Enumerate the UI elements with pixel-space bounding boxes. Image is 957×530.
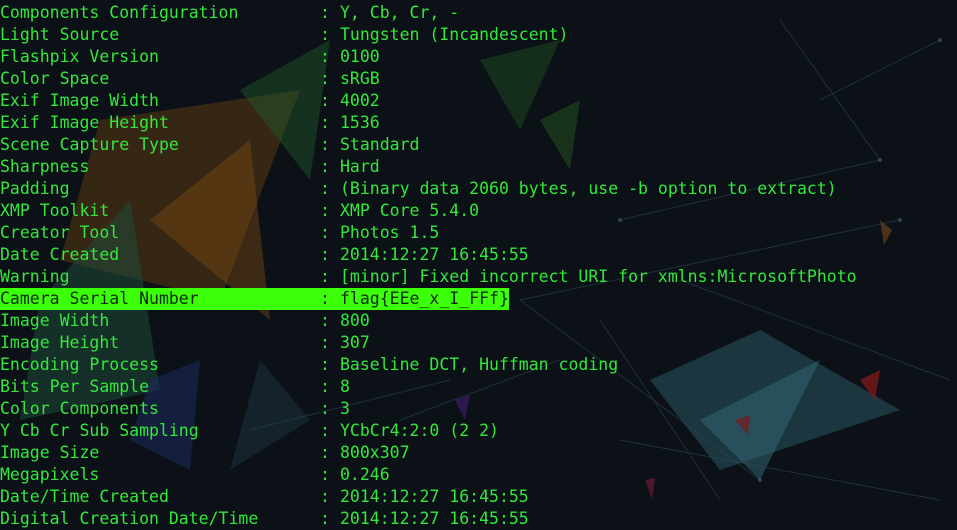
metadata-row: Encoding Process: Baseline DCT, Huffman c…	[0, 354, 957, 376]
metadata-row: Exif Image Width:4002	[0, 90, 957, 112]
separator-colon: :	[320, 377, 330, 396]
tag-value: Hard	[340, 157, 380, 176]
tag-value: Baseline DCT, Huffman coding	[340, 355, 619, 374]
separator-colon: :	[320, 333, 330, 352]
tag-name: Sharpness	[0, 157, 90, 176]
tag-name: Image Width	[0, 311, 110, 330]
separator-colon: :	[320, 223, 330, 242]
separator-colon: :	[320, 267, 330, 286]
tag-value: YCbCr4:2:0 (2 2)	[340, 421, 499, 440]
tag-name: Color Space	[0, 69, 110, 88]
tag-name: Image Height	[0, 333, 120, 352]
tag-name: Creator Tool	[0, 223, 120, 242]
tag-value: sRGB	[340, 69, 380, 88]
tag-value: 2014:12:27 16:45:55	[340, 487, 529, 506]
metadata-row: Color Components:3	[0, 398, 957, 420]
separator-colon: :	[320, 135, 330, 154]
metadata-row: Components Configuration: Y, Cb, Cr, -	[0, 2, 957, 24]
tag-value: 8	[340, 377, 350, 396]
metadata-row: Image Width:800	[0, 310, 957, 332]
tag-value: 800	[340, 311, 370, 330]
separator-colon: :	[320, 201, 330, 220]
tag-name: Components Configuration	[0, 3, 239, 22]
tag-value: [minor] Fixed incorrect URI for xmlns:Mi…	[340, 267, 857, 286]
tag-value: Tungsten (Incandescent)	[340, 25, 569, 44]
separator-colon: :	[320, 289, 330, 308]
separator-colon: :	[320, 25, 330, 44]
tag-name: Y Cb Cr Sub Sampling	[0, 421, 199, 440]
metadata-row: Creator Tool: Photos 1.5	[0, 222, 957, 244]
exiftool-output: Components Configuration: Y, Cb, Cr, - Lig…	[0, 2, 957, 530]
tag-name: Bits Per Sample	[0, 377, 150, 396]
metadata-row: Flashpix Version:0100	[0, 46, 957, 68]
metadata-row: Image Height:307	[0, 332, 957, 354]
separator-colon: :	[320, 69, 330, 88]
metadata-row: Megapixels:0.246	[0, 464, 957, 486]
tag-name: Exif Image Width	[0, 91, 159, 110]
tag-name: Exif Image Height	[0, 113, 169, 132]
tag-value: Photos 1.5	[340, 223, 440, 242]
tag-value: flag{EEe_x_I_FFf}	[340, 289, 509, 308]
tag-value: 307	[340, 333, 370, 352]
separator-colon: :	[320, 355, 330, 374]
separator-colon: :	[320, 421, 330, 440]
tag-value: 1536	[340, 113, 380, 132]
metadata-row: Padding: (Binary data 2060 bytes, use -b …	[0, 178, 957, 200]
separator-colon: :	[320, 399, 330, 418]
tag-name: Flashpix Version	[0, 47, 159, 66]
separator-colon: :	[320, 487, 330, 506]
tag-name: Scene Capture Type	[0, 135, 179, 154]
tag-name: Encoding Process	[0, 355, 159, 374]
tag-value: XMP Core 5.4.0	[340, 201, 480, 220]
tag-name: Date/Time Created	[0, 487, 169, 506]
metadata-row: Y Cb Cr Sub Sampling: YCbCr4:2:0 (2 2)	[0, 420, 957, 442]
tag-name: Warning	[0, 267, 70, 286]
metadata-row: Scene Capture Type: Standard	[0, 134, 957, 156]
tag-value: 0.246	[340, 465, 390, 484]
tag-name: Camera Serial Number	[0, 289, 199, 308]
tag-value: (Binary data 2060 bytes, use -b option t…	[340, 179, 837, 198]
separator-colon: :	[320, 179, 330, 198]
metadata-row: Sharpness: Hard	[0, 156, 957, 178]
separator-colon: :	[320, 3, 330, 22]
metadata-row: Warning: [minor] Fixed incorrect URI for …	[0, 266, 957, 288]
separator-colon: :	[320, 113, 330, 132]
metadata-row: Image Size:800x307	[0, 442, 957, 464]
metadata-row: XMP Toolkit: XMP Core 5.4.0	[0, 200, 957, 222]
separator-colon: :	[320, 157, 330, 176]
metadata-row: Exif Image Height:1536	[0, 112, 957, 134]
separator-colon: :	[320, 47, 330, 66]
tag-name: Padding	[0, 179, 70, 198]
metadata-row: Light Source: Tungsten (Incandescent)	[0, 24, 957, 46]
tag-name: Image Size	[0, 443, 100, 462]
metadata-row: Date/Time Created:2014:12:27 16:45:55	[0, 486, 957, 508]
metadata-row: Bits Per Sample:8	[0, 376, 957, 398]
separator-colon: :	[320, 311, 330, 330]
tag-value: Y, Cb, Cr, -	[340, 3, 460, 22]
metadata-row-highlighted: Camera Serial Number: flag{EEe_x_I_FFf}	[0, 288, 957, 310]
tag-value: 0100	[340, 47, 380, 66]
separator-colon: :	[320, 91, 330, 110]
separator-colon: :	[320, 245, 330, 264]
separator-colon: :	[320, 465, 330, 484]
separator-colon: :	[320, 443, 330, 462]
tag-name: Color Components	[0, 399, 159, 418]
tag-name: Date Created	[0, 245, 120, 264]
metadata-row: Date Created:2014:12:27 16:45:55	[0, 244, 957, 266]
tag-value: 3	[340, 399, 350, 418]
tag-name: Light Source	[0, 25, 120, 44]
tag-value: 800x307	[340, 443, 410, 462]
tag-value: 4002	[340, 91, 380, 110]
tag-name: XMP Toolkit	[0, 201, 110, 220]
tag-name: Megapixels	[0, 465, 100, 484]
tag-value: 2014:12:27 16:45:55	[340, 245, 529, 264]
tag-value: Standard	[340, 135, 420, 154]
metadata-row: Color Space: sRGB	[0, 68, 957, 90]
